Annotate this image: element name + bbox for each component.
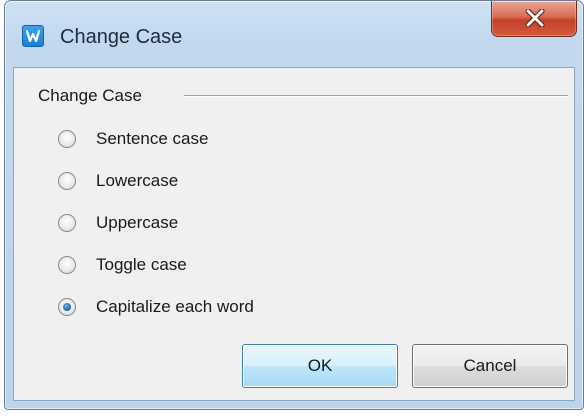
option-capitalize-each-word[interactable]: Capitalize each word [58,294,254,320]
radio-sentence-case[interactable] [58,130,76,148]
option-label: Lowercase [96,171,179,190]
group-label: Change Case [38,84,146,108]
group-divider [184,95,568,97]
ok-button[interactable]: OK [242,344,398,388]
radio-toggle-case[interactable] [58,256,76,274]
dialog-body: Change Case Sentence case Lowercase Uppe… [13,67,575,401]
option-label: Capitalize each word [96,297,254,316]
option-label: Toggle case [96,255,187,274]
close-icon [525,9,545,27]
cancel-button[interactable]: Cancel [412,344,568,388]
radio-uppercase[interactable] [58,214,76,232]
app-icon [22,25,44,47]
window-title: Change Case [60,26,183,48]
option-label: Uppercase [96,213,179,232]
option-label: Sentence case [96,129,209,148]
option-toggle-case[interactable]: Toggle case [58,252,187,278]
change-case-dialog: Change Case Change Case Sentence case Lo… [4,0,584,410]
option-uppercase[interactable]: Uppercase [58,210,178,236]
option-sentence-case[interactable]: Sentence case [58,126,208,152]
radio-capitalize-each-word[interactable] [58,298,76,316]
title-bar[interactable]: Change Case [5,1,583,67]
radio-lowercase[interactable] [58,172,76,190]
option-lowercase[interactable]: Lowercase [58,168,178,194]
close-button[interactable] [491,1,577,37]
